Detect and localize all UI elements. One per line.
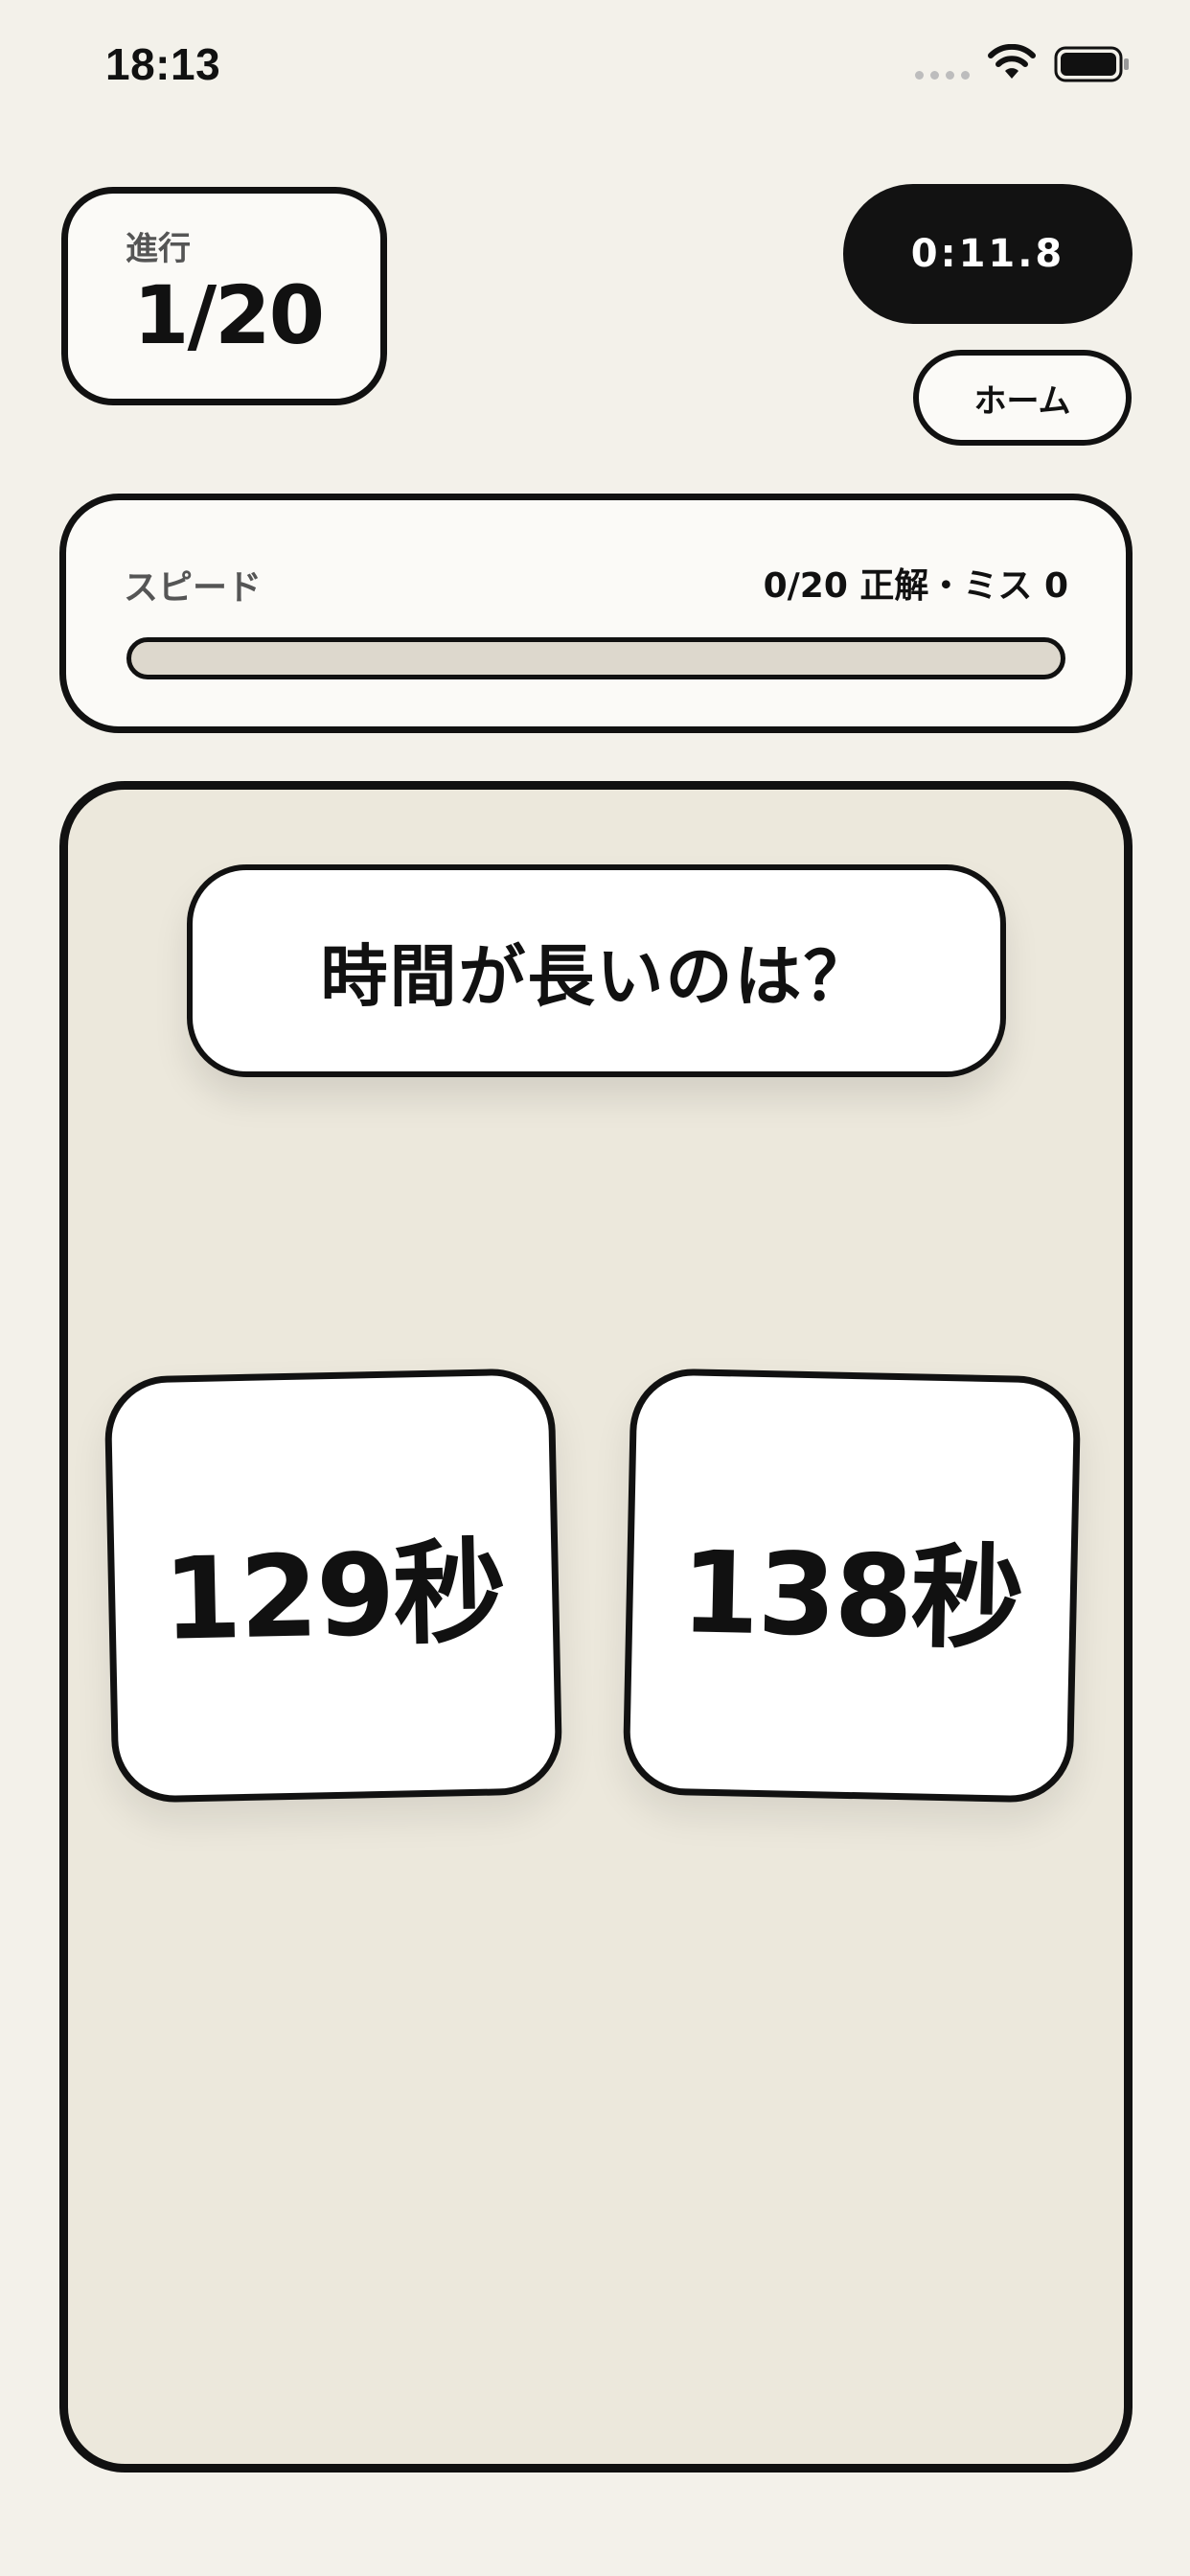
signal-dots-icon <box>915 71 970 80</box>
battery-icon <box>1054 46 1129 82</box>
speed-card: スピード 0/20 正解・ミス 0 <box>59 494 1133 733</box>
quiz-screen: 18:13 進行 1/20 0:11.8 ホーム スピード 0/20 正解・ミス… <box>0 0 1190 2576</box>
home-button[interactable]: ホーム <box>913 350 1132 446</box>
speed-label: スピード <box>124 568 263 608</box>
wifi-icon <box>988 44 1036 79</box>
choice-card-right[interactable]: 138秒 <box>622 1368 1082 1804</box>
timer-display: 0:11.8 <box>843 184 1133 324</box>
game-area: 時間が長いのは？ 129秒 138秒 <box>59 781 1133 2472</box>
progress-label: 進行 <box>126 230 191 268</box>
progress-card: 進行 1/20 <box>61 187 387 405</box>
speed-progress-bar <box>126 637 1065 679</box>
progress-value: 1/20 <box>133 268 325 362</box>
choice-card-left[interactable]: 129秒 <box>103 1368 563 1804</box>
question-prompt: 時間が長いのは？ <box>187 864 1006 1077</box>
status-time: 18:13 <box>105 39 221 89</box>
speed-stats: 0/20 正解・ミス 0 <box>763 566 1068 606</box>
